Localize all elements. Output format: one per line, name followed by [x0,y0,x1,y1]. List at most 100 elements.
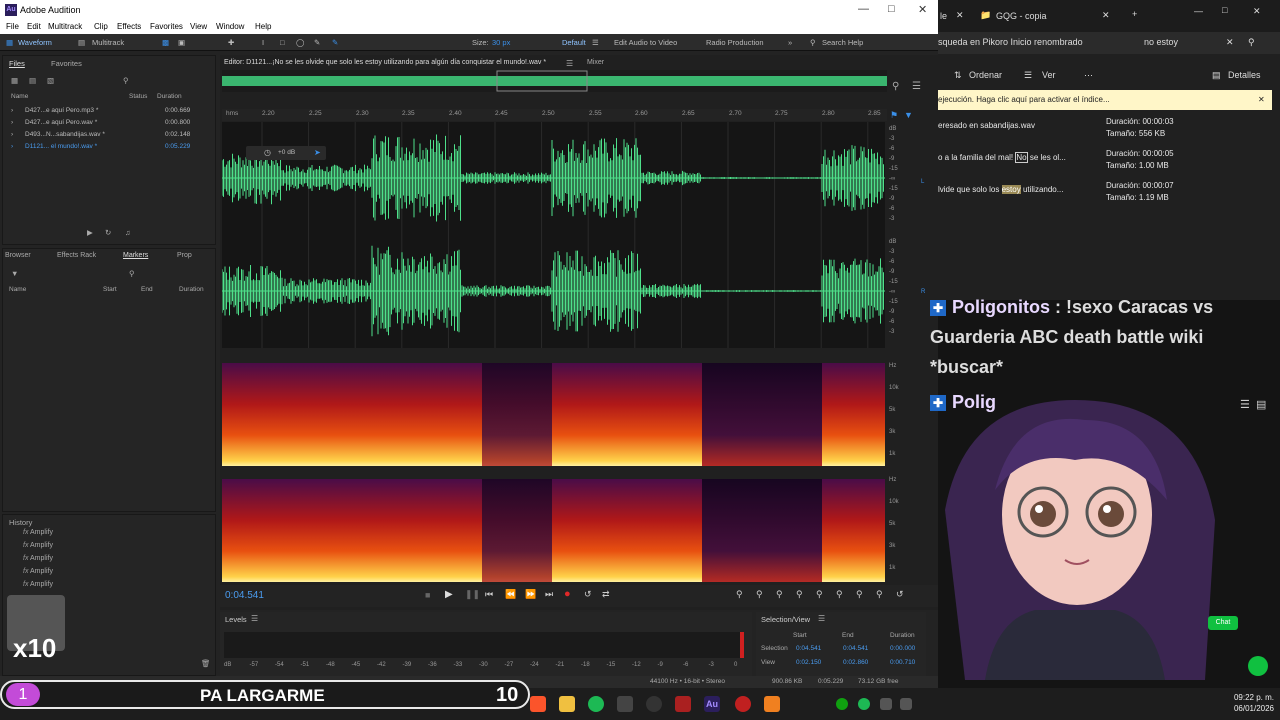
waveform-channel-left[interactable]: ◷ +0 dB ➤ [222,122,885,235]
expand-icon[interactable]: › [11,119,13,126]
zoom-in-amplitude-icon[interactable]: ⚲ [736,589,743,600]
col-end[interactable]: End [141,286,153,293]
tab-mixer[interactable]: Mixer [587,59,604,66]
loop-preview-icon[interactable]: ↻ [105,228,111,237]
editor-tab-menu-icon[interactable]: ☰ [566,59,573,68]
tab-properties[interactable]: Prop [177,252,192,259]
spot-heal-icon[interactable]: ✎ [332,38,338,47]
zoom-full-icon[interactable]: ⚲ [816,589,823,600]
menu-favorites[interactable]: Favorites [150,22,183,31]
marker-flag-icon[interactable]: ▼ [904,110,913,120]
selection-view-menu-icon[interactable]: ☰ [818,614,825,623]
minimize-icon[interactable]: — [858,3,869,15]
tray-icon[interactable] [880,698,892,710]
search-help-input[interactable]: Search Help [822,38,863,47]
waveform-channel-right[interactable] [222,235,885,348]
waveform-button[interactable]: Waveform [18,38,52,47]
import-icon[interactable]: ▤ [29,76,36,85]
workspace-edit-video[interactable]: Edit Audio to Video [614,38,677,47]
multitrack-button[interactable]: Multitrack [92,38,124,47]
history-item[interactable]: fx Amplify [23,555,53,562]
history-item[interactable]: fx Amplify [23,568,53,575]
hud-volume[interactable]: ◷ +0 dB ➤ [246,146,326,160]
hud-pin-icon[interactable]: ➤ [314,148,321,157]
view-start[interactable]: 0:02.150 [796,659,821,666]
chat-button[interactable]: Chat [1208,616,1238,630]
clip-indicator[interactable] [740,632,744,658]
col-status[interactable]: Status [129,93,147,100]
rewind-icon[interactable]: ⏪ [505,589,516,600]
chat-popout-icon[interactable]: ▤ [1256,398,1266,411]
selection-end[interactable]: 0:04.541 [843,645,868,652]
snap-icon[interactable]: ⚑ [890,110,898,121]
open-file-icon[interactable]: ▦ [11,76,18,85]
zoom-in-time-icon[interactable]: ⚲ [776,589,783,600]
minimize-icon[interactable]: — [1194,6,1203,16]
filter-search-icon[interactable]: ⚲ [123,76,129,85]
explorer-tab-partial[interactable]: le [940,11,947,21]
history-item[interactable]: fx Amplify [23,581,53,588]
tab-markers[interactable]: Markers [123,252,148,259]
close-icon[interactable]: ✕ [1253,6,1261,17]
sort-icon[interactable]: ⇅ [954,70,962,81]
skip-back-icon[interactable]: ⏮ [485,589,493,600]
vlc-icon[interactable] [764,696,780,712]
maximize-icon[interactable]: □ [1222,5,1227,15]
zoom-selection-icon[interactable]: ⚲ [836,589,843,600]
zoom-out-amplitude-icon[interactable]: ⚲ [756,589,763,600]
col-name[interactable]: Name [9,286,26,293]
obs-icon[interactable] [646,696,662,712]
trash-icon[interactable]: 🗑 [201,659,211,668]
spotify-tray-icon[interactable] [858,698,870,710]
spotify-icon[interactable] [588,696,604,712]
expand-icon[interactable]: › [11,131,13,138]
expand-icon[interactable]: › [11,107,13,114]
tab-close-icon[interactable]: ✕ [956,10,964,21]
green-status-icon[interactable] [1248,656,1268,676]
sort-button[interactable]: Ordenar [969,70,1002,80]
brave-icon[interactable] [530,696,546,712]
waveform-overview[interactable] [222,70,887,92]
time-ruler[interactable]: hms 2.20 2.25 2.30 2.35 2.40 2.45 2.50 2… [222,109,887,121]
tab-effects-rack[interactable]: Effects Rack [57,252,96,259]
time-selection-icon[interactable]: I [262,38,264,47]
brush-icon[interactable]: ✎ [314,38,320,47]
menu-view[interactable]: View [190,22,207,31]
tab-browser[interactable]: Browser [5,252,31,259]
workspace-menu-icon[interactable]: ☰ [592,38,599,47]
play-preview-icon[interactable]: ▶ [87,228,93,237]
move-tool-icon[interactable]: ✚ [228,38,234,47]
new-file-icon[interactable]: ▧ [47,76,54,85]
search-result-row[interactable]: o a la familia del mal! No se les ol... … [938,148,1272,176]
expand-icon[interactable]: › [11,143,13,150]
app-icon[interactable] [735,696,751,712]
history-item[interactable]: fx Amplify [23,542,53,549]
fast-forward-icon[interactable]: ⏩ [525,589,536,600]
zoom-in-point-icon[interactable]: ⚲ [856,589,863,600]
workspace-default[interactable]: Default [562,38,586,47]
channel-right-label[interactable]: R [921,289,925,295]
autoplay-icon[interactable]: ♫ [125,228,131,237]
settings-icon[interactable] [617,696,633,712]
menu-edit[interactable]: Edit [27,22,41,31]
close-info-icon[interactable]: ✕ [1258,95,1265,104]
tray-icon[interactable] [900,698,912,710]
maximize-icon[interactable]: □ [888,3,895,15]
new-tab-icon[interactable]: + [1132,9,1137,19]
waveform-icon[interactable]: ▦ [6,38,13,47]
search-result-row[interactable]: lvide que solo los estoy utilizando... D… [938,180,1272,208]
menu-multitrack[interactable]: Multitrack [48,22,82,31]
tab-files[interactable]: Files [9,59,25,68]
details-button[interactable]: Detalles [1228,70,1261,80]
marker-search-icon[interactable]: ⚲ [129,269,135,278]
levels-menu-icon[interactable]: ☰ [251,614,258,623]
history-item[interactable]: fx Amplify [23,529,53,536]
multitrack-icon[interactable]: ▤ [78,38,85,47]
menu-file[interactable]: File [6,22,19,31]
marker-icon[interactable]: ▼ [11,269,18,278]
loop-icon[interactable]: ↺ [584,589,592,600]
size-value[interactable]: 30 px [492,38,510,47]
current-time[interactable]: 0:04.541 [225,590,264,601]
explorer-tab[interactable]: GQG - copia [996,11,1047,21]
skip-selection-icon[interactable]: ⇄ [602,589,610,600]
